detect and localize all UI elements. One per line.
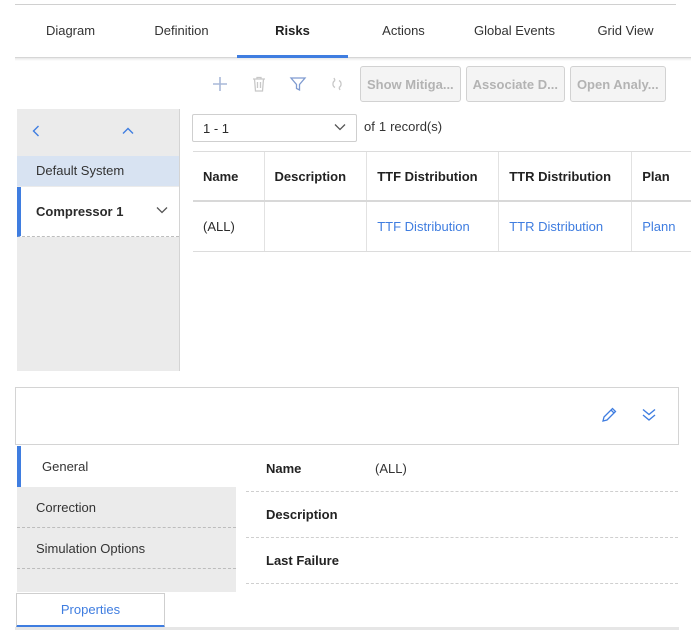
record-count: of 1 record(s) (364, 119, 442, 134)
property-row: Description (246, 492, 678, 538)
tab-global-events[interactable]: Global Events (459, 5, 570, 57)
chevron-left-icon[interactable] (29, 124, 43, 141)
property-value: (ALL) (375, 461, 407, 476)
column-header-plan[interactable]: Plan (632, 152, 691, 200)
page-range-value: 1 - 1 (203, 120, 230, 136)
nav-item-compressor[interactable]: Compressor 1 (17, 187, 179, 237)
page-range-select[interactable]: 1 - 1 (192, 114, 357, 142)
tab-definition[interactable]: Definition (126, 5, 237, 57)
column-header-description[interactable]: Description (265, 152, 368, 200)
filter-icon[interactable] (278, 69, 317, 99)
open-analysis-button[interactable]: Open Analy... (569, 66, 666, 102)
side-tab-correction[interactable]: Correction (17, 487, 236, 528)
detail-header (15, 387, 679, 445)
cell-description (265, 202, 368, 251)
nav-item-label: Compressor 1 (36, 204, 124, 219)
detail-actions (600, 406, 658, 427)
nav-panel: Default System Compressor 1 (17, 109, 180, 371)
link-icon[interactable] (317, 69, 356, 99)
chevron-down-icon (333, 120, 347, 137)
associate-button[interactable]: Associate D... (465, 66, 565, 102)
toolbar: Show Mitiga... Associate D... Open Analy… (200, 66, 666, 102)
plan-link[interactable]: Plann (632, 202, 691, 251)
show-mitigation-button[interactable]: Show Mitiga... (360, 66, 461, 102)
column-header-ttr[interactable]: TTR Distribution (499, 152, 633, 200)
property-label: Description (266, 507, 338, 522)
main-tabs: Diagram Definition Risks Actions Global … (15, 5, 691, 58)
plus-icon[interactable] (200, 69, 239, 99)
pencil-icon[interactable] (600, 406, 618, 427)
property-row: Name (ALL) (246, 446, 678, 492)
records-of-label: of (364, 119, 375, 134)
double-chevron-down-icon[interactable] (640, 406, 658, 427)
column-header-ttf[interactable]: TTF Distribution (367, 152, 500, 200)
side-tab-general[interactable]: General (17, 446, 236, 487)
tabs-shadow (15, 58, 691, 61)
property-label: Last Failure (266, 553, 339, 568)
detail-side-tabs: General Correction Simulation Options (17, 446, 236, 592)
risks-grid: Name Description TTF Distribution TTR Di… (193, 151, 691, 253)
nav-item-default-system[interactable]: Default System (17, 156, 179, 186)
cell-name: (ALL) (193, 202, 265, 251)
grid-header-row: Name Description TTF Distribution TTR Di… (193, 152, 691, 202)
nav-header (17, 109, 179, 156)
ttr-distribution-link[interactable]: TTR Distribution (499, 202, 633, 251)
table-row[interactable]: (ALL) TTF Distribution TTR Distribution … (193, 202, 691, 252)
tab-actions[interactable]: Actions (348, 5, 459, 57)
bottom-divider (15, 627, 679, 630)
tab-diagram[interactable]: Diagram (15, 5, 126, 57)
chevron-up-icon[interactable] (121, 124, 135, 141)
properties-list: Name (ALL) Description Last Failure (246, 446, 678, 584)
ttf-distribution-link[interactable]: TTF Distribution (367, 202, 500, 251)
property-label: Name (266, 461, 302, 476)
tab-properties[interactable]: Properties (16, 593, 165, 628)
property-row: Last Failure (246, 538, 678, 584)
chevron-down-icon[interactable] (155, 203, 169, 220)
trash-icon[interactable] (239, 69, 278, 99)
side-tab-simulation-options[interactable]: Simulation Options (17, 528, 236, 569)
tab-grid-view[interactable]: Grid View (570, 5, 681, 57)
tab-risks[interactable]: Risks (237, 5, 348, 58)
records-count-value: 1 (378, 119, 387, 134)
column-header-name[interactable]: Name (193, 152, 265, 200)
records-label: record(s) (390, 119, 443, 134)
